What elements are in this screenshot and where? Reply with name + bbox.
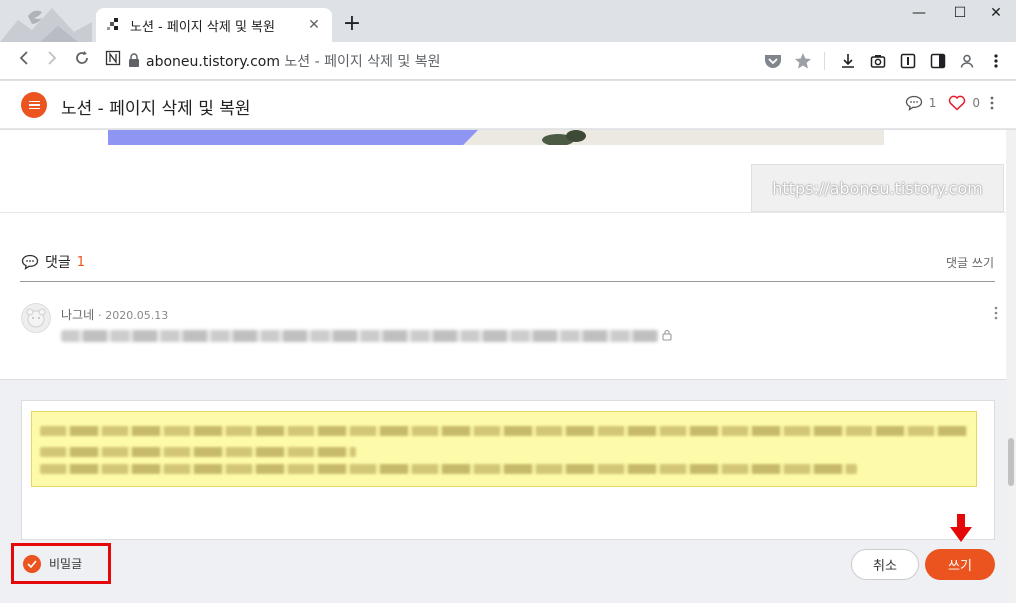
- bookmark-star-button[interactable]: [792, 50, 814, 72]
- blog-header: 노션 - 페이지 삭제 및 복원 1 0: [0, 81, 1016, 129]
- submit-comment-button[interactable]: 쓰기: [925, 549, 995, 580]
- article-image: [108, 130, 884, 145]
- secret-comment-toggle[interactable]: 비밀글: [11, 543, 111, 584]
- minimize-button[interactable]: —: [903, 2, 935, 24]
- url-host: aboneu.tistory.com: [146, 54, 280, 70]
- blurred-text-line: [40, 447, 356, 457]
- checkmark-icon: [23, 554, 41, 573]
- star-icon: [795, 53, 811, 69]
- account-icon: [960, 54, 974, 68]
- section-divider: [0, 212, 1006, 213]
- tab-close-icon[interactable]: ✕: [306, 17, 322, 33]
- article-image-banner: [108, 130, 478, 145]
- toolbar-divider: [824, 52, 825, 70]
- comment-textarea[interactable]: [21, 400, 995, 540]
- pocket-extension-button[interactable]: [762, 50, 784, 72]
- download-button[interactable]: [837, 50, 859, 72]
- browser-titlebar: 노션 - 페이지 삭제 및 복원 ✕ + — ☐ ✕: [0, 0, 1016, 42]
- page-title: 노션 - 페이지 삭제 및 복원: [61, 99, 251, 119]
- new-tab-button[interactable]: +: [340, 12, 364, 36]
- comment-body-blurred: [61, 330, 659, 342]
- camera-icon: [870, 55, 886, 68]
- screenshot-button[interactable]: [867, 50, 889, 72]
- comment-date: 2020.05.13: [105, 309, 169, 322]
- profile-button[interactable]: [956, 50, 978, 72]
- avatar: [21, 303, 51, 333]
- blurred-text-line: [40, 426, 968, 436]
- header-comment-count: 1: [928, 96, 937, 110]
- url-path: 노션 - 페이지 삭제 및 복원: [284, 54, 441, 70]
- notion-extension-button[interactable]: [101, 49, 125, 73]
- pocket-icon: [765, 55, 781, 68]
- reader-icon: [900, 53, 916, 69]
- comment-bubble-icon: [21, 254, 39, 270]
- browser-theme-art: [0, 0, 92, 42]
- page-content: https://aboneu.tistory.com 댓글 1 댓글 쓰기 나그…: [0, 130, 1006, 603]
- comments-count: 1: [76, 254, 86, 270]
- watermark-url: https://aboneu.tistory.com: [751, 164, 1004, 212]
- header-actions: 1 0: [905, 95, 994, 111]
- cancel-button[interactable]: 취소: [851, 549, 919, 580]
- address-bar[interactable]: aboneu.tistory.com 노션 - 페이지 삭제 및 복원: [146, 51, 441, 71]
- scrollbar-thumb[interactable]: [1008, 438, 1014, 486]
- tab-title: 노션 - 페이지 삭제 및 복원: [130, 19, 275, 35]
- notion-n-icon: [105, 50, 121, 66]
- forward-arrow-icon: [48, 51, 57, 65]
- more-options-icon[interactable]: [990, 95, 994, 111]
- back-button[interactable]: [12, 49, 36, 73]
- comments-heading-label: 댓글: [45, 255, 71, 271]
- comment-more-icon[interactable]: [994, 306, 998, 320]
- close-window-button[interactable]: ✕: [980, 2, 1012, 24]
- plant-image-fragment: [542, 130, 586, 145]
- reload-button[interactable]: [70, 49, 94, 73]
- blurred-text-line: [40, 464, 857, 474]
- comment-meta: 나그네 · 2020.05.13: [61, 306, 168, 323]
- notion-favicon-icon: [106, 17, 122, 33]
- comments-divider: [20, 281, 995, 282]
- hamburger-line: [28, 107, 40, 110]
- back-arrow-icon: [19, 51, 28, 65]
- sidebar-button[interactable]: [927, 50, 949, 72]
- comment-separator: ·: [97, 309, 102, 322]
- sidebar-panel-icon: [930, 53, 946, 69]
- highlighted-draft-text: [31, 411, 977, 487]
- header-like-count: 0: [972, 96, 980, 110]
- heart-icon[interactable]: [948, 95, 966, 111]
- download-icon: [842, 54, 854, 68]
- browser-toolbar: aboneu.tistory.com 노션 - 페이지 삭제 및 복원: [0, 42, 1016, 80]
- secret-lock-icon: [662, 329, 672, 341]
- comment-author: 나그네: [61, 308, 95, 322]
- active-tab[interactable]: 노션 - 페이지 삭제 및 복원 ✕: [96, 8, 332, 42]
- hamburger-line: [28, 104, 40, 106]
- write-comment-link[interactable]: 댓글 쓰기: [946, 254, 994, 271]
- hamburger-line: [28, 100, 40, 103]
- kebab-menu-icon: [994, 54, 998, 68]
- comments-heading: 댓글 1: [21, 252, 85, 272]
- maximize-button[interactable]: ☐: [944, 2, 976, 24]
- hamburger-menu-button[interactable]: [21, 92, 47, 118]
- secret-comment-label: 비밀글: [49, 557, 83, 571]
- reload-icon: [76, 51, 88, 64]
- forward-button[interactable]: [40, 49, 64, 73]
- browser-menu-button[interactable]: [985, 50, 1007, 72]
- comment-form: 비밀글 취소 쓰기: [0, 379, 1006, 603]
- reader-extension-button[interactable]: [897, 50, 919, 72]
- lock-icon: [129, 53, 139, 67]
- page-scrollbar[interactable]: [1006, 130, 1016, 603]
- comment-bubble-icon[interactable]: [905, 95, 923, 111]
- default-avatar-icon: [26, 308, 46, 328]
- red-down-arrow-annotation: [950, 514, 972, 542]
